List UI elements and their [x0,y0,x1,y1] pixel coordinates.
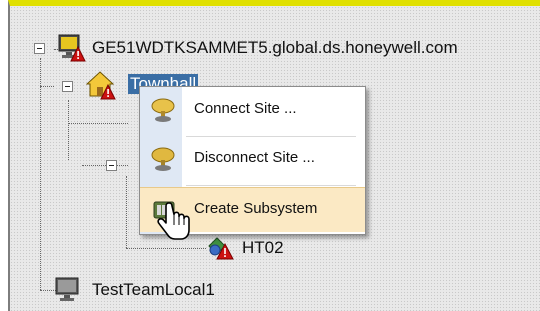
tree-line-root [40,58,41,290]
tree-line [68,100,69,160]
menu-item-disconnect-site-label: Disconnect Site ... [194,149,315,166]
tree-node-ht02-label[interactable]: HT02 [242,238,284,258]
tree-node-testteamlocal1-label[interactable]: TestTeamLocal1 [92,280,215,300]
collapse-toggle-subnode[interactable] [106,160,117,171]
tree-node-workstation-label[interactable]: GE51WDTKSAMMET5.global.ds.honeywell.com [92,38,458,58]
menu-item-connect-site-label: Connect Site ... [194,100,297,117]
connect-site-icon [150,97,176,128]
house-alarm-icon[interactable] [85,70,116,105]
site-tree-panel: GE51WDTKSAMMET5.global.ds.honeywell.com … [8,0,540,311]
menu-item-create-subsystem-label: Create Subsystem [194,200,318,217]
tree-line [82,165,128,166]
tree-line [126,176,127,248]
tree-line [40,86,54,87]
menu-item-disconnect-site[interactable]: Disconnect Site ... [140,137,365,182]
disconnect-site-icon [150,146,176,177]
collapse-toggle-workstation[interactable] [34,43,45,54]
computer-icon[interactable] [54,276,82,309]
computer-alarm-icon[interactable] [58,34,86,67]
subsystem-alarm-icon[interactable] [206,234,234,265]
menu-separator [186,185,356,186]
tree-line [68,123,128,124]
hand-pointer-cursor-icon [157,201,191,250]
menu-item-connect-site[interactable]: Connect Site ... [140,88,365,133]
collapse-toggle-townhall[interactable] [62,81,73,92]
